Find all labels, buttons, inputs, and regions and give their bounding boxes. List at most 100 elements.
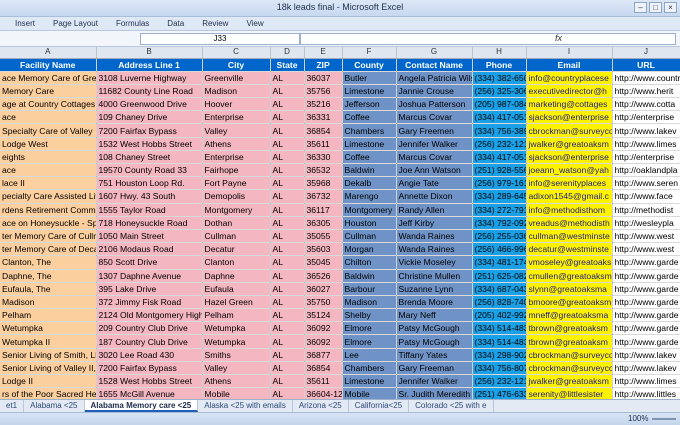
table-cell[interactable]: rdens Retirement Commu <box>0 203 97 217</box>
table-cell[interactable]: 36877 <box>304 348 343 362</box>
table-cell[interactable]: Jefferson <box>342 97 397 112</box>
table-cell[interactable]: http://www.cotta <box>612 97 680 112</box>
table-cell[interactable]: http://wesleypla <box>612 216 680 230</box>
table-cell[interactable]: (256) 232-1212 <box>472 374 527 389</box>
sheet-tab[interactable]: Alaska <25 with emails <box>198 400 293 412</box>
table-cell[interactable]: lace II <box>0 176 97 191</box>
table-cell[interactable]: Angie Tate <box>396 176 473 191</box>
table-cell[interactable]: Coffee <box>342 150 397 165</box>
header-cell[interactable]: County <box>342 58 397 72</box>
header-cell[interactable]: Email <box>526 58 613 72</box>
table-cell[interactable]: Enterprise <box>202 110 271 125</box>
table-cell[interactable]: 35611 <box>304 374 343 389</box>
table-cell[interactable]: 36330 <box>304 150 343 165</box>
table-cell[interactable]: http://www.littles <box>612 387 680 399</box>
sheet-tab[interactable]: Colorado <25 with e <box>409 400 494 412</box>
table-cell[interactable]: http://www.garde <box>612 321 680 336</box>
table-cell[interactable]: (256) 325-3066 <box>472 84 527 99</box>
table-cell[interactable]: 1555 Taylor Road <box>96 203 203 217</box>
table-cell[interactable]: cmullen@greatoaksm <box>526 269 613 283</box>
table-cell[interactable]: (334) 382-6501 <box>472 71 527 85</box>
table-cell[interactable]: Lee <box>342 348 397 362</box>
table-cell[interactable]: AL <box>270 308 305 323</box>
table-cell[interactable]: ter Memory Care of Cullm <box>0 229 97 244</box>
table-cell[interactable]: Marengo <box>342 189 397 204</box>
table-cell[interactable]: (205) 987-0841 <box>472 97 527 112</box>
column-header-c[interactable]: C <box>202 47 271 59</box>
table-cell[interactable]: Marcus Covar <box>396 150 473 165</box>
table-cell[interactable]: Memory Care <box>0 84 97 99</box>
table-cell[interactable]: Randy Allen <box>396 203 473 217</box>
table-cell[interactable]: 7200 Fairfax Bypass <box>96 361 203 376</box>
table-cell[interactable]: 372 Jimmy Fisk Road <box>96 295 203 310</box>
table-cell[interactable]: tbrown@greatoaksm <box>526 334 613 349</box>
table-cell[interactable]: serenity@littlesister <box>526 387 613 399</box>
table-cell[interactable]: 3020 Lee Road 430 <box>96 348 203 362</box>
table-cell[interactable]: AL <box>270 229 305 244</box>
table-cell[interactable]: http://methodist <box>612 203 680 217</box>
table-cell[interactable]: AL <box>270 387 305 399</box>
table-cell[interactable]: AL <box>270 216 305 230</box>
table-cell[interactable]: AL <box>270 282 305 296</box>
table-cell[interactable]: Pelham <box>202 308 271 323</box>
table-cell[interactable]: Wetumpka II <box>0 334 97 349</box>
table-cell[interactable]: Chambers <box>342 361 397 376</box>
table-cell[interactable]: (256) 979-1616 <box>472 176 527 191</box>
table-cell[interactable]: AL <box>270 84 305 99</box>
column-header-f[interactable]: F <box>342 47 397 59</box>
sheet-tab[interactable]: Alabama <25 <box>24 400 85 412</box>
table-cell[interactable]: jwalker@greatoaksm <box>526 137 613 151</box>
table-cell[interactable]: Limestone <box>342 137 397 151</box>
table-cell[interactable]: Gary Freeman <box>396 361 473 376</box>
table-cell[interactable]: (251) 476-6335 <box>472 387 527 399</box>
table-cell[interactable]: ter Memory Care of Decat <box>0 242 97 257</box>
column-header-g[interactable]: G <box>396 47 473 59</box>
table-cell[interactable]: jwalker@greatoaksm <box>526 374 613 389</box>
table-cell[interactable]: vreadus@methodisth <box>526 216 613 230</box>
table-cell[interactable]: Mobile <box>202 387 271 399</box>
table-cell[interactable]: http://enterprise <box>612 150 680 165</box>
table-cell[interactable]: Athens <box>202 374 271 389</box>
table-cell[interactable]: 36305 <box>304 216 343 230</box>
tab-formulas[interactable]: Formulas <box>107 17 158 30</box>
table-cell[interactable]: http://www.garde <box>612 308 680 323</box>
table-cell[interactable]: Valley <box>202 123 271 138</box>
table-cell[interactable]: Demopolis <box>202 189 271 204</box>
table-cell[interactable]: http://www.countr <box>612 71 680 85</box>
table-cell[interactable]: vmoseley@greatoaks <box>526 255 613 270</box>
table-cell[interactable]: age at Country Cottages <box>0 97 97 112</box>
table-cell[interactable]: 36604-1298 <box>304 387 343 399</box>
table-cell[interactable]: (256) 232-1212 <box>472 137 527 151</box>
table-cell[interactable]: (334) 687-0430 <box>472 282 527 296</box>
table-cell[interactable]: AL <box>270 321 305 336</box>
table-cell[interactable]: 1528 West Hobbs Street <box>96 374 203 389</box>
table-cell[interactable]: http://www.garde <box>612 282 680 296</box>
table-cell[interactable]: info@serenityplaces <box>526 176 613 191</box>
table-cell[interactable]: Tiffany Yates <box>396 348 473 362</box>
table-cell[interactable]: 35603 <box>304 242 343 257</box>
table-cell[interactable]: 35055 <box>304 229 343 244</box>
table-cell[interactable]: 35045 <box>304 255 343 270</box>
table-cell[interactable]: adixon1545@gmail.c <box>526 189 613 204</box>
table-cell[interactable]: http://www.garde <box>612 269 680 283</box>
table-cell[interactable]: http://www.lakev <box>612 123 680 138</box>
table-cell[interactable]: Wanda Raines <box>396 229 473 244</box>
table-cell[interactable]: 36092 <box>304 334 343 349</box>
close-button[interactable]: × <box>664 2 677 13</box>
table-cell[interactable]: Madison <box>0 295 97 310</box>
table-cell[interactable]: 395 Lake Drive <box>96 282 203 296</box>
table-cell[interactable]: http://enterprise <box>612 110 680 125</box>
table-cell[interactable]: 36092 <box>304 321 343 336</box>
sheet-tab[interactable]: Alabama Memory care <25 <box>84 400 199 412</box>
column-header-a[interactable]: A <box>0 47 97 59</box>
table-cell[interactable]: Butler <box>342 71 397 85</box>
tab-review[interactable]: Review <box>193 17 237 30</box>
table-cell[interactable]: AL <box>270 242 305 257</box>
column-header-i[interactable]: I <box>526 47 613 59</box>
table-cell[interactable]: Fort Payne <box>202 176 271 191</box>
table-cell[interactable]: (334) 756-3890 <box>472 123 527 138</box>
table-cell[interactable]: AL <box>270 269 305 283</box>
table-cell[interactable]: http://www.garde <box>612 255 680 270</box>
maximize-button[interactable]: □ <box>649 2 662 13</box>
column-header-h[interactable]: H <box>472 47 527 59</box>
